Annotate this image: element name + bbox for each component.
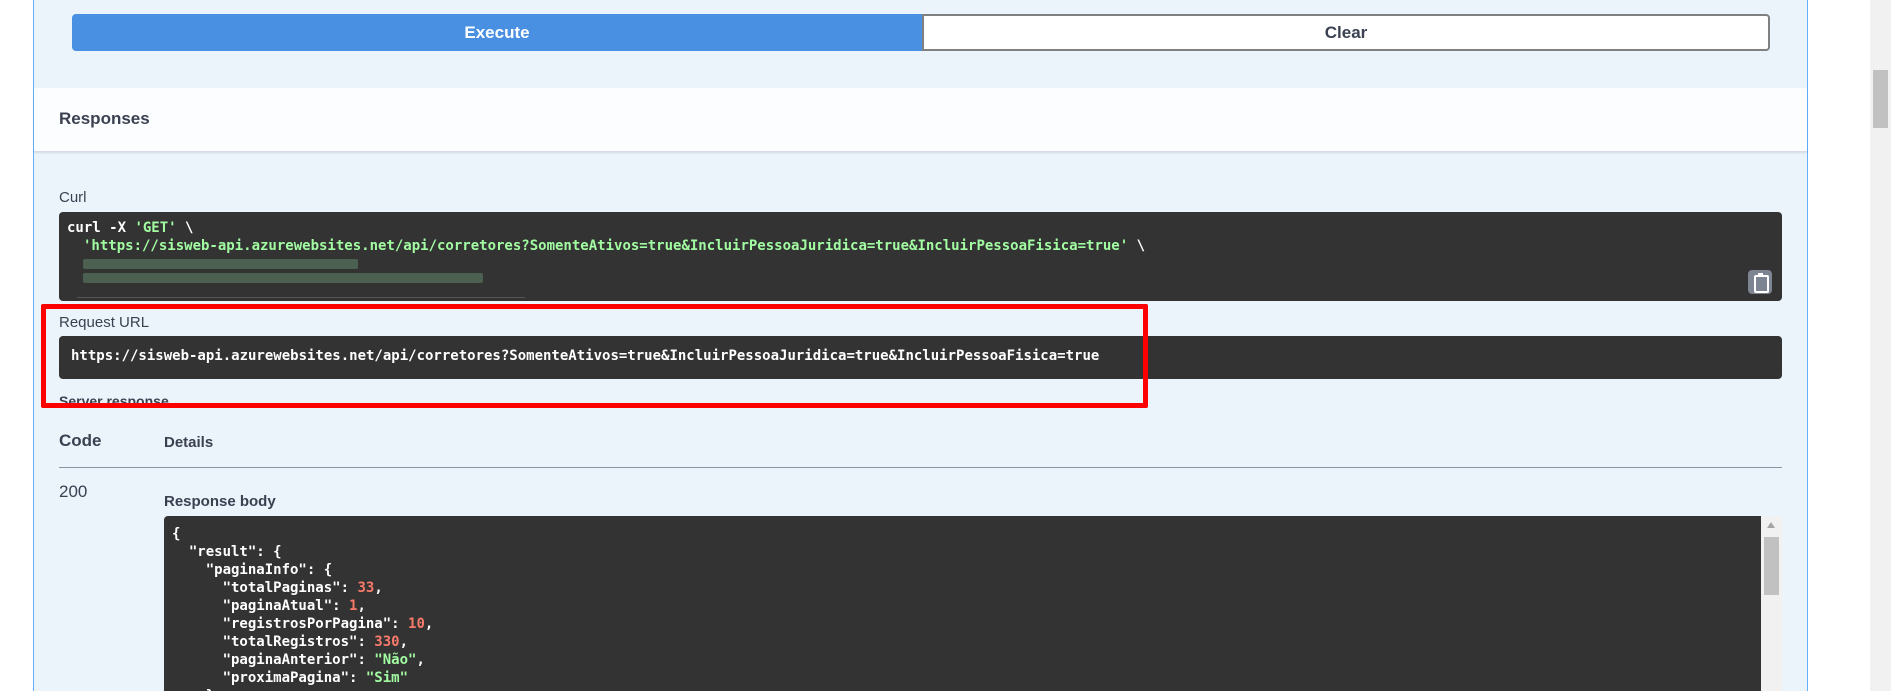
request-url-value[interactable]: https://sisweb-api.azurewebsites.net/api… <box>59 336 1782 379</box>
execute-wrapper: Execute Clear <box>72 14 1770 51</box>
json-number: 330 <box>374 634 400 650</box>
responses-title: Responses <box>59 109 150 128</box>
response-body-scrollbar[interactable] <box>1761 516 1782 691</box>
curl-cmd: curl -X <box>67 220 135 236</box>
code-column-header: Code <box>59 431 102 450</box>
blurred-header-line <box>83 273 483 283</box>
status-code: 200 <box>59 482 88 501</box>
table-divider <box>59 467 1782 468</box>
curl-line-1: curl -X 'GET' \ <box>67 219 1774 237</box>
json-key: "result" <box>188 544 257 560</box>
page-scrollbar[interactable] <box>1870 0 1891 691</box>
curl-label: Curl <box>59 189 87 206</box>
json-key: "paginaAtual" <box>222 598 333 614</box>
response-body[interactable]: { "result": { "paginaInfo": { "totalPagi… <box>164 516 1761 691</box>
blurred-header-line <box>83 259 358 269</box>
server-response-heading: Server response <box>59 393 169 407</box>
curl-line-2: 'https://sisweb-api.azurewebsites.net/ap… <box>67 237 1774 255</box>
curl-url: 'https://sisweb-api.azurewebsites.net/ap… <box>83 238 1129 254</box>
curl-method: 'GET' <box>134 220 177 236</box>
json-key: "registrosPorPagina" <box>222 616 392 632</box>
json-number: 10 <box>408 616 425 632</box>
json-key: "proximaPagina" <box>222 670 350 686</box>
json-key: "paginaAnterior" <box>222 652 358 668</box>
clear-button[interactable]: Clear <box>922 14 1770 51</box>
request-url-label: Request URL <box>59 314 150 331</box>
scrollbar-thumb[interactable] <box>1764 537 1779 595</box>
json-key: "paginaInfo" <box>205 562 307 578</box>
curl-divider <box>77 297 525 298</box>
scroll-up-icon[interactable] <box>1767 522 1775 528</box>
curl-command-block[interactable]: curl -X 'GET' \ 'https://sisweb-api.azur… <box>59 212 1782 301</box>
json-key: "totalPaginas" <box>222 580 341 596</box>
json-key: "totalRegistros" <box>222 634 358 650</box>
json-number: 33 <box>357 580 375 596</box>
responses-header: Responses <box>34 88 1807 152</box>
details-column-header: Details <box>164 434 214 451</box>
json-number: 1 <box>349 598 358 614</box>
curl-line-continuation: \ <box>176 220 194 236</box>
curl-line-continuation-2: \ <box>1128 238 1146 254</box>
page-scrollbar-thumb[interactable] <box>1873 70 1888 128</box>
server-response-label: Server response <box>59 393 169 407</box>
json-string: "Sim" <box>365 670 409 686</box>
response-body-label: Response body <box>164 493 276 510</box>
clipboard-icon[interactable] <box>1748 270 1772 294</box>
json-string: "Não" <box>374 652 417 668</box>
execute-button[interactable]: Execute <box>72 14 922 51</box>
json-brace: { <box>172 526 181 542</box>
